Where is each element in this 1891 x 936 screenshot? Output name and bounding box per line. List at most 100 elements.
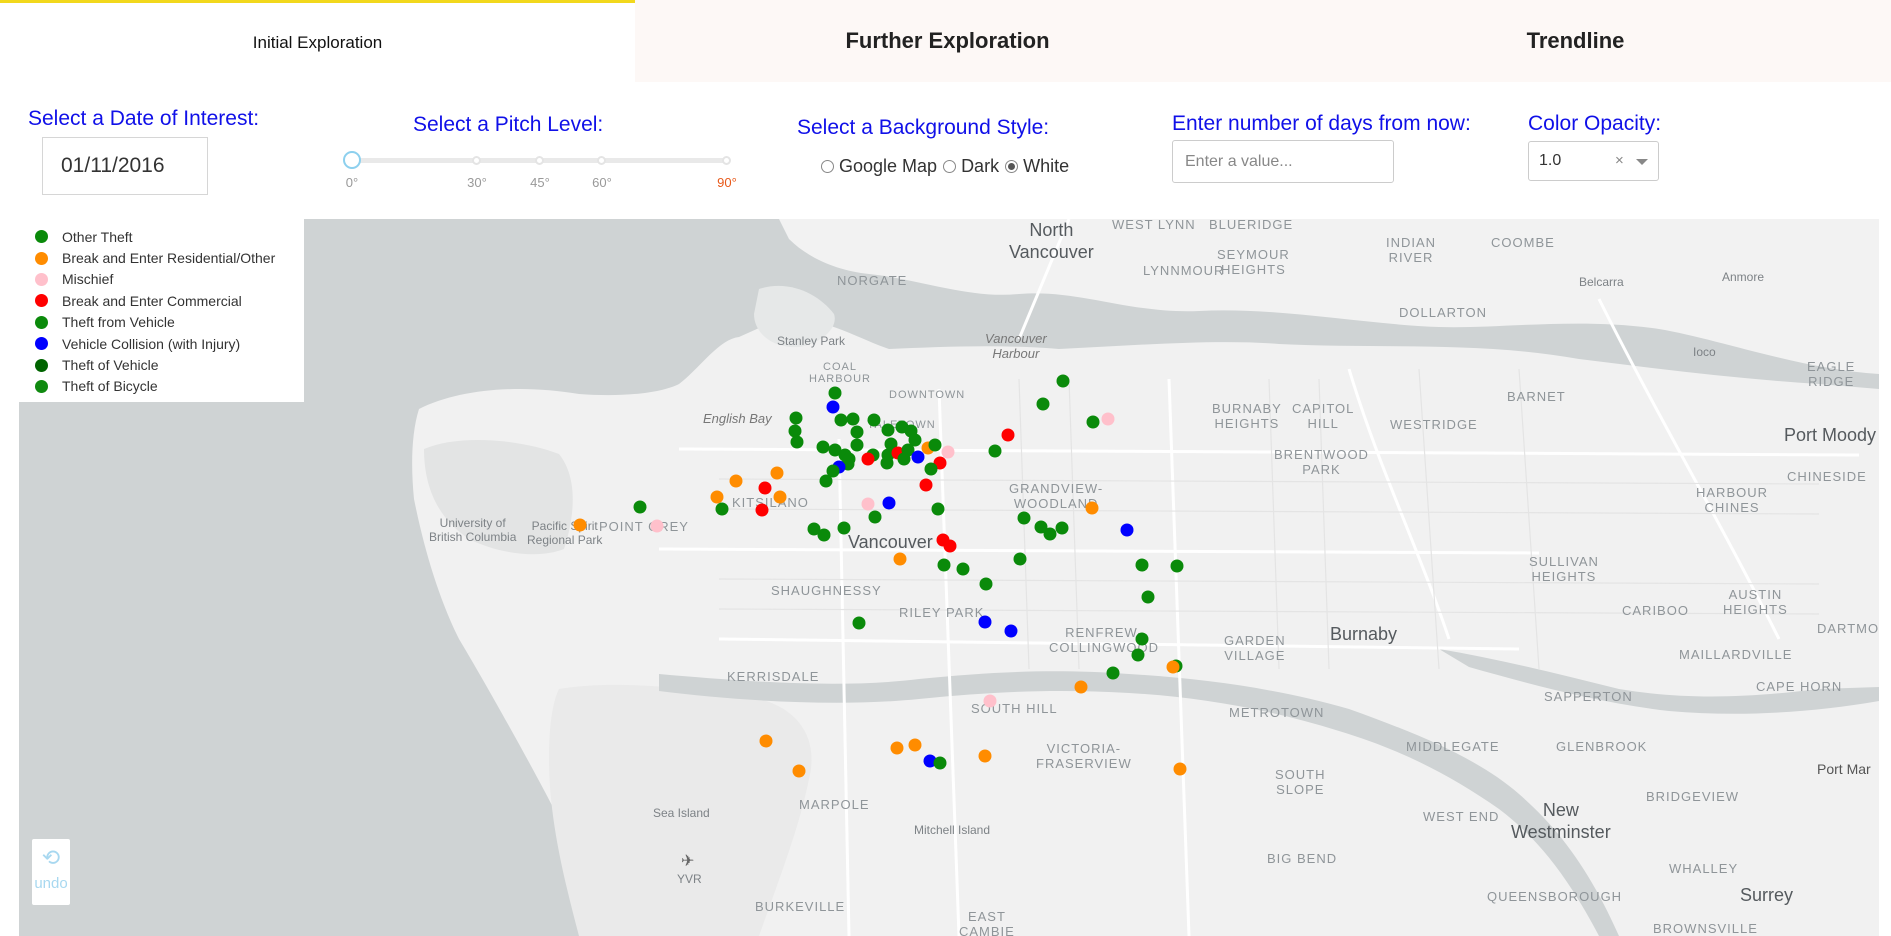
crime-point[interactable] xyxy=(867,413,881,427)
date-picker-input[interactable]: 01/11/2016 xyxy=(42,137,208,195)
crime-point[interactable] xyxy=(770,466,784,480)
crime-point[interactable] xyxy=(817,528,831,542)
crime-point[interactable] xyxy=(1106,666,1120,680)
radio-google-map[interactable]: Google Map xyxy=(821,156,937,177)
chevron-down-icon[interactable] xyxy=(1636,159,1648,165)
opacity-dropdown[interactable]: 1.0 × xyxy=(1528,141,1659,181)
crime-point[interactable] xyxy=(842,452,856,466)
crime-point[interactable] xyxy=(788,424,802,438)
crime-point[interactable] xyxy=(650,519,664,533)
crime-point[interactable] xyxy=(573,518,587,532)
crime-point[interactable] xyxy=(978,749,992,763)
crime-point[interactable] xyxy=(1120,523,1134,537)
crime-point[interactable] xyxy=(956,562,970,576)
tab-trendline[interactable]: Trendline xyxy=(1260,0,1891,82)
crime-point[interactable] xyxy=(1017,511,1031,525)
crime-point[interactable] xyxy=(893,552,907,566)
crime-point[interactable] xyxy=(924,462,938,476)
crime-point[interactable] xyxy=(919,478,933,492)
crime-point[interactable] xyxy=(897,452,911,466)
crime-point[interactable] xyxy=(852,616,866,630)
crime-point[interactable] xyxy=(979,577,993,591)
crime-point[interactable] xyxy=(850,438,864,452)
days-input[interactable] xyxy=(1172,140,1394,183)
crime-point[interactable] xyxy=(988,444,1002,458)
pitch-slider-dot-45[interactable] xyxy=(535,156,544,165)
crime-point[interactable] xyxy=(911,450,925,464)
legend-item[interactable]: Theft from Vehicle xyxy=(19,312,304,333)
pitch-slider-dot-90[interactable] xyxy=(722,156,731,165)
radio-circle-dark[interactable] xyxy=(943,160,957,173)
crime-point[interactable] xyxy=(1141,590,1155,604)
crime-point[interactable] xyxy=(792,764,806,778)
radio-circle-white[interactable] xyxy=(1005,160,1019,173)
crime-point[interactable] xyxy=(943,539,957,553)
crime-point[interactable] xyxy=(1034,520,1048,534)
crime-point[interactable] xyxy=(773,490,787,504)
undo-button[interactable]: ⟲ undo xyxy=(32,839,70,905)
crime-point[interactable] xyxy=(1056,374,1070,388)
crime-point[interactable] xyxy=(828,386,842,400)
crime-point[interactable] xyxy=(1131,648,1145,662)
crime-point[interactable] xyxy=(868,510,882,524)
radio-dark[interactable]: Dark xyxy=(943,156,999,177)
crime-point[interactable] xyxy=(816,440,830,454)
crime-point[interactable] xyxy=(882,496,896,510)
crime-point[interactable] xyxy=(1036,397,1050,411)
crime-point[interactable] xyxy=(1013,552,1027,566)
crime-point[interactable] xyxy=(1166,660,1180,674)
pitch-slider-dot-30[interactable] xyxy=(472,156,481,165)
crime-point[interactable] xyxy=(983,694,997,708)
crime-point[interactable] xyxy=(1055,521,1069,535)
legend-item[interactable]: Break and Enter Residential/Other xyxy=(19,247,304,268)
crime-point[interactable] xyxy=(881,423,895,437)
crime-point[interactable] xyxy=(1004,624,1018,638)
crime-point[interactable] xyxy=(1085,501,1099,515)
crime-point[interactable] xyxy=(1074,680,1088,694)
crime-point[interactable] xyxy=(1135,558,1149,572)
tab-initial-exploration[interactable]: Initial Exploration xyxy=(0,0,635,82)
pitch-slider-handle[interactable] xyxy=(343,151,361,169)
crime-point[interactable] xyxy=(755,503,769,517)
legend-item[interactable]: Other Theft xyxy=(19,226,304,247)
crime-point[interactable] xyxy=(837,521,851,535)
crime-point[interactable] xyxy=(931,502,945,516)
crime-point[interactable] xyxy=(834,413,848,427)
crime-point[interactable] xyxy=(978,615,992,629)
radio-circle-google-map[interactable] xyxy=(821,160,834,173)
crime-point[interactable] xyxy=(715,502,729,516)
crime-map[interactable]: North Vancouver Vancouver Burnaby Port M… xyxy=(19,219,1879,936)
crime-point[interactable] xyxy=(826,400,840,414)
legend-item[interactable]: Theft of Vehicle xyxy=(19,354,304,375)
crime-point[interactable] xyxy=(1170,559,1184,573)
crime-point[interactable] xyxy=(880,456,894,470)
crime-point[interactable] xyxy=(1101,412,1115,426)
radio-white[interactable]: White xyxy=(1005,156,1069,177)
legend-item[interactable]: Vehicle Collision (with Injury) xyxy=(19,333,304,354)
tab-further-exploration[interactable]: Further Exploration xyxy=(635,0,1260,82)
crime-point[interactable] xyxy=(933,756,947,770)
crime-point[interactable] xyxy=(861,497,875,511)
crime-point[interactable] xyxy=(759,734,773,748)
crime-point[interactable] xyxy=(789,411,803,425)
crime-point[interactable] xyxy=(908,738,922,752)
crime-point[interactable] xyxy=(1173,762,1187,776)
crime-point[interactable] xyxy=(850,425,864,439)
legend-item[interactable]: Mischief xyxy=(19,269,304,290)
legend-item[interactable]: Break and Enter Commercial xyxy=(19,290,304,311)
crime-point[interactable] xyxy=(846,412,860,426)
crime-point[interactable] xyxy=(729,474,743,488)
crime-point[interactable] xyxy=(1135,632,1149,646)
crime-point[interactable] xyxy=(758,481,772,495)
crime-point[interactable] xyxy=(790,435,804,449)
pitch-slider-dot-60[interactable] xyxy=(597,156,606,165)
crime-point[interactable] xyxy=(890,741,904,755)
crime-point[interactable] xyxy=(1086,415,1100,429)
crime-point[interactable] xyxy=(633,500,647,514)
crime-point[interactable] xyxy=(1001,428,1015,442)
crime-point[interactable] xyxy=(710,490,724,504)
crime-point[interactable] xyxy=(937,558,951,572)
crime-point[interactable] xyxy=(819,474,833,488)
legend-item[interactable]: Theft of Bicycle xyxy=(19,376,304,397)
crime-point[interactable] xyxy=(861,452,875,466)
